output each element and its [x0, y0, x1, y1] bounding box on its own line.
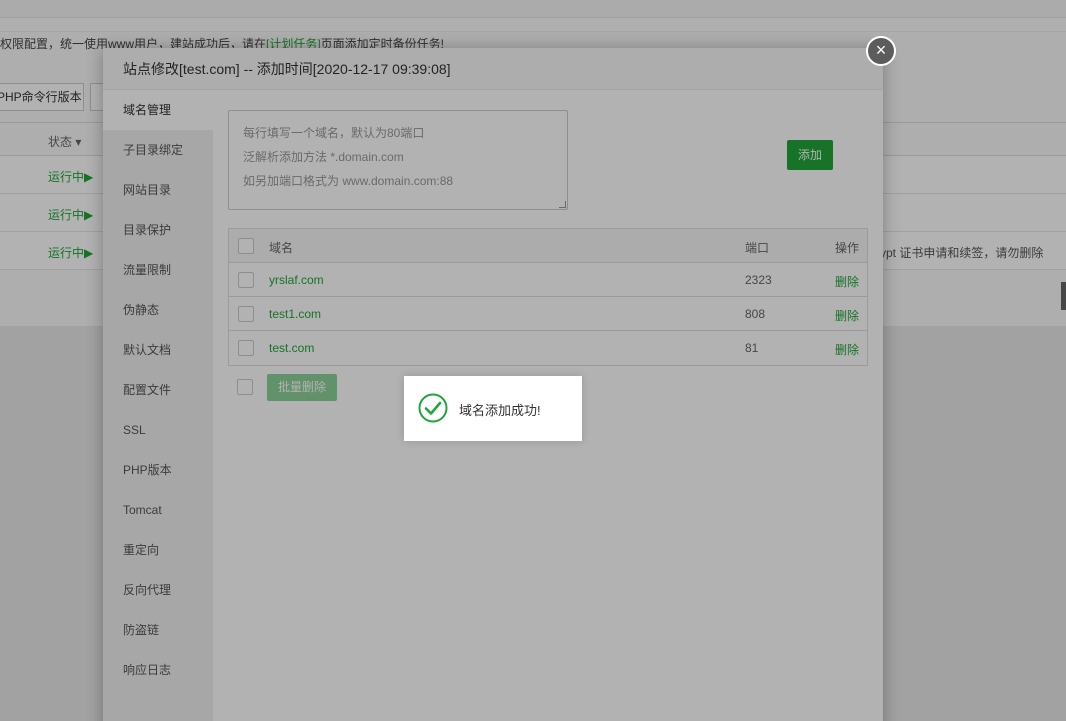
success-toast: 域名添加成功! — [404, 376, 582, 441]
toast-message: 域名添加成功! — [459, 403, 541, 418]
close-icon[interactable]: × — [866, 36, 896, 66]
check-circle-icon — [418, 393, 448, 423]
